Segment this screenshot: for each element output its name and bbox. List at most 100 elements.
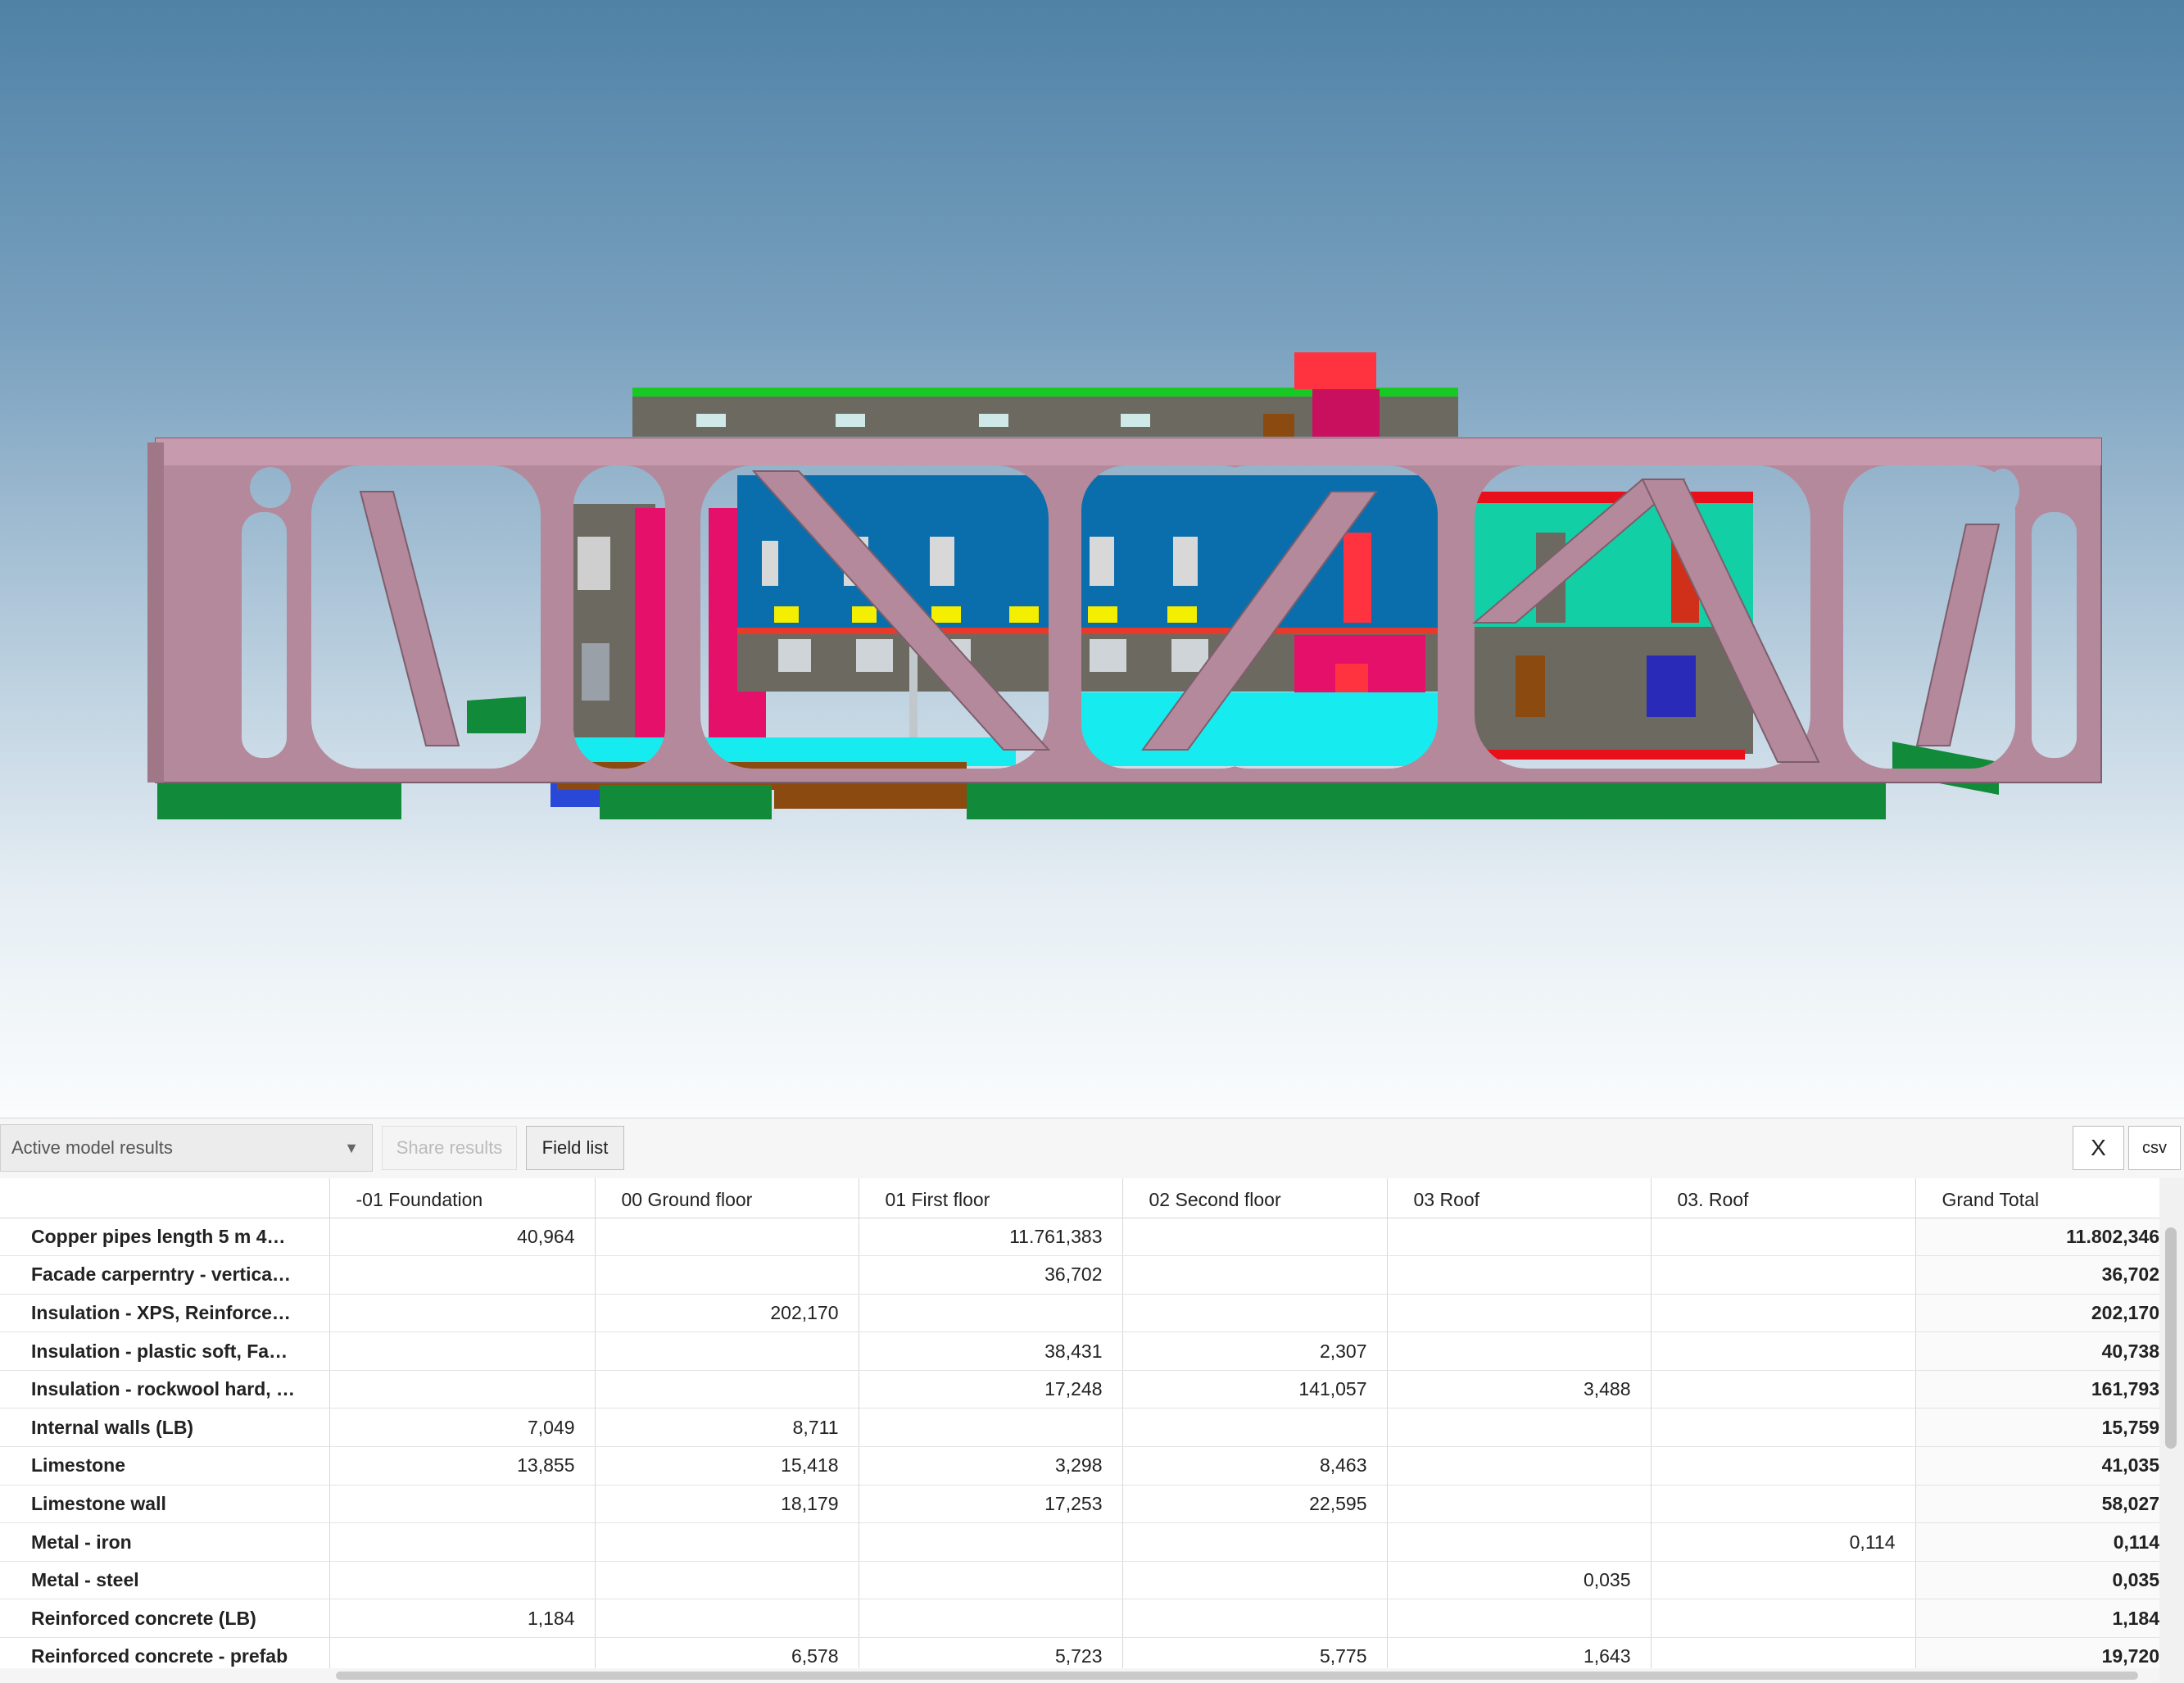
table-cell: 8,463: [1121, 1446, 1387, 1486]
column-header[interactable]: 03 Roof: [1386, 1178, 1651, 1218]
column-header[interactable]: -01 Foundation: [329, 1178, 595, 1218]
results-toolbar: Active model results ▼ Share results Fie…: [0, 1118, 2184, 1179]
column-header[interactable]: 03. Roof: [1650, 1178, 1915, 1218]
table-row[interactable]: Reinforced concrete (LB) 1,184 1,184: [0, 1599, 2159, 1639]
table-cell: 11.761,383: [858, 1218, 1122, 1257]
table-row[interactable]: Limestone 13,855 15,418 3,298 8,463 41,035: [0, 1446, 2159, 1486]
table-cell: 22,595: [1121, 1485, 1387, 1524]
row-label: Metal - iron: [0, 1522, 329, 1562]
table-cell: [1121, 1522, 1387, 1562]
row-label: Insulation - rockwool hard, …: [0, 1370, 329, 1409]
table-cell: [1386, 1599, 1651, 1639]
table-cell: [1650, 1218, 1915, 1257]
grand-total-cell: 36,702: [1914, 1255, 2159, 1295]
table-cell: [594, 1370, 859, 1409]
table-cell: [858, 1561, 1122, 1600]
table-cell: 15,418: [594, 1446, 859, 1486]
horizontal-scrollbar[interactable]: [0, 1668, 2159, 1683]
close-results-button[interactable]: X: [2073, 1126, 2124, 1170]
grand-total-cell: 1,184: [1914, 1599, 2159, 1639]
row-label: Limestone wall: [0, 1485, 329, 1524]
table-cell: [1650, 1599, 1915, 1639]
table-row[interactable]: Copper pipes length 5 m 4… 40,964 11.761,3…: [0, 1218, 2159, 1257]
row-label: Reinforced concrete (LB): [0, 1599, 329, 1639]
row-label: Insulation - XPS, Reinforce…: [0, 1294, 329, 1333]
table-row[interactable]: Metal - steel 0,035 0,035: [0, 1561, 2159, 1600]
table-cell: [1121, 1408, 1387, 1448]
table-cell: 0,114: [1650, 1522, 1915, 1562]
table-cell: [858, 1294, 1122, 1333]
table-cell: [594, 1522, 859, 1562]
table-cell: 7,049: [329, 1408, 595, 1448]
table-row[interactable]: Insulation - XPS, Reinforce… 202,170 202,1…: [0, 1294, 2159, 1333]
table-cell: [594, 1561, 859, 1600]
grand-total-cell: 202,170: [1914, 1294, 2159, 1333]
row-label: Facade carperntry - vertica…: [0, 1255, 329, 1295]
table-cell: [594, 1255, 859, 1295]
table-cell: [1386, 1522, 1651, 1562]
table-cell: [1386, 1446, 1651, 1486]
grand-total-cell: 0,114: [1914, 1522, 2159, 1562]
table-cell: [1650, 1255, 1915, 1295]
chevron-down-icon: ▼: [344, 1140, 359, 1156]
table-cell: 36,702: [858, 1255, 1122, 1295]
table-corner: [0, 1178, 329, 1218]
table-row[interactable]: Insulation - plastic soft, Fa… 38,431 2,30…: [0, 1331, 2159, 1371]
table-cell: 2,307: [1121, 1331, 1387, 1371]
table-cell: [1650, 1408, 1915, 1448]
table-row[interactable]: Limestone wall 18,179 17,253 22,595 58,027: [0, 1485, 2159, 1524]
table-cell: [1386, 1485, 1651, 1524]
table-header-row: -01 Foundation 00 Ground floor 01 First …: [0, 1178, 2159, 1218]
vertical-scrollbar[interactable]: [2159, 1178, 2184, 1683]
field-list-button[interactable]: Field list: [526, 1126, 624, 1170]
table-cell: [1386, 1255, 1651, 1295]
column-header[interactable]: 01 First floor: [858, 1178, 1122, 1218]
3d-model-viewport[interactable]: [0, 0, 2184, 1118]
table-cell: 17,253: [858, 1485, 1122, 1524]
grand-total-cell: 58,027: [1914, 1485, 2159, 1524]
table-cell: [1650, 1561, 1915, 1600]
table-row[interactable]: Facade carperntry - vertica… 36,702 36,702: [0, 1255, 2159, 1295]
column-header[interactable]: 00 Ground floor: [594, 1178, 859, 1218]
scrollbar-thumb[interactable]: [2165, 1227, 2177, 1449]
table-cell: [1386, 1294, 1651, 1333]
table-cell: [858, 1408, 1122, 1448]
table-cell: 1,184: [329, 1599, 595, 1639]
table-cell: 38,431: [858, 1331, 1122, 1371]
grand-total-cell: 11.802,346: [1914, 1218, 2159, 1257]
table-row[interactable]: Internal walls (LB) 7,049 8,711 15,759: [0, 1408, 2159, 1448]
grand-total-cell: 0,035: [1914, 1561, 2159, 1600]
csv-export-button[interactable]: csv: [2128, 1126, 2181, 1170]
table-cell: [1650, 1294, 1915, 1333]
table-cell: 3,298: [858, 1446, 1122, 1486]
table-cell: [329, 1370, 595, 1409]
table-cell: 13,855: [329, 1446, 595, 1486]
table-cell: [1650, 1485, 1915, 1524]
results-dropdown[interactable]: Active model results ▼: [0, 1124, 373, 1172]
pivot-results-table: -01 Foundation 00 Ground floor 01 First …: [0, 1178, 2184, 1683]
table-cell: [1386, 1218, 1651, 1257]
row-label: Insulation - plastic soft, Fa…: [0, 1331, 329, 1371]
table-row[interactable]: Metal - iron 0,114 0,114: [0, 1522, 2159, 1562]
table-cell: 18,179: [594, 1485, 859, 1524]
table-cell: [594, 1331, 859, 1371]
table-cell: [594, 1218, 859, 1257]
row-label: Internal walls (LB): [0, 1408, 329, 1448]
scrollbar-thumb[interactable]: [336, 1672, 2138, 1680]
grand-total-header[interactable]: Grand Total: [1914, 1178, 2159, 1218]
table-cell: [329, 1561, 595, 1600]
table-row[interactable]: Insulation - rockwool hard, … 17,248 141,0…: [0, 1370, 2159, 1409]
table-cell: 17,248: [858, 1370, 1122, 1409]
table-cell: [1650, 1370, 1915, 1409]
row-label: Copper pipes length 5 m 4…: [0, 1218, 329, 1257]
table-cell: [1650, 1446, 1915, 1486]
table-cell: [1386, 1331, 1651, 1371]
table-cell: [1121, 1218, 1387, 1257]
grand-total-cell: 161,793: [1914, 1370, 2159, 1409]
table-cell: [329, 1255, 595, 1295]
share-results-button[interactable]: Share results: [382, 1126, 517, 1170]
grand-total-cell: 40,738: [1914, 1331, 2159, 1371]
table-cell: 3,488: [1386, 1370, 1651, 1409]
column-header[interactable]: 02 Second floor: [1121, 1178, 1387, 1218]
table-cell: 40,964: [329, 1218, 595, 1257]
